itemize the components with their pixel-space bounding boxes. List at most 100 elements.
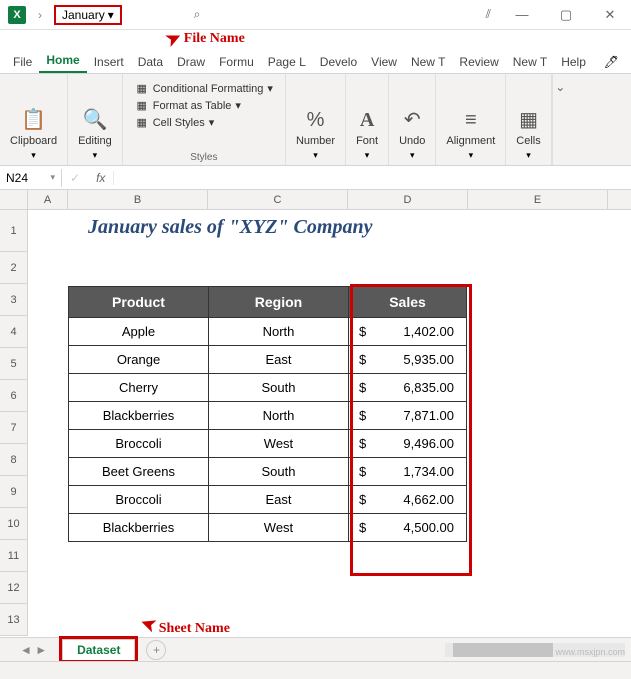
row-header[interactable]: 2 (0, 252, 27, 284)
scrollbar-thumb[interactable] (453, 643, 553, 657)
row-header[interactable]: 5 (0, 348, 27, 380)
cell-product[interactable]: Broccoli (69, 486, 209, 514)
cell-region[interactable]: East (209, 346, 349, 374)
share-button[interactable]: 🖊 (598, 51, 625, 73)
cell-region[interactable]: West (209, 430, 349, 458)
cell-region[interactable]: West (209, 514, 349, 542)
select-all-corner[interactable] (0, 190, 28, 209)
minimize-button[interactable]: — (509, 7, 535, 22)
fx-cancel-icon: ✓ (62, 171, 88, 185)
col-header-b[interactable]: B (68, 190, 208, 209)
cell-product[interactable]: Apple (69, 318, 209, 346)
col-header-c[interactable]: C (208, 190, 348, 209)
chevron-down-icon: ▾ (50, 172, 55, 183)
maximize-button[interactable]: ▢ (553, 7, 579, 23)
tab-file[interactable]: File (6, 51, 39, 73)
cell-sales[interactable]: 7,871.00 (349, 402, 467, 430)
font-button[interactable]: A Font ▾ (352, 107, 382, 163)
tab-review[interactable]: Review (452, 51, 505, 73)
sheet-tab-highlight: Dataset (59, 636, 138, 663)
cell-sales[interactable]: 4,500.00 (349, 514, 467, 542)
tab-help[interactable]: Help (554, 51, 593, 73)
cell-product[interactable]: Broccoli (69, 430, 209, 458)
cell-styles-button[interactable]: ▦ Cell Styles ▾ (135, 116, 273, 129)
undo-button[interactable]: ↶ Undo ▾ (395, 105, 429, 163)
row-header[interactable]: 6 (0, 380, 27, 412)
ribbon-collapse-button[interactable]: ⌄ (552, 74, 568, 165)
add-sheet-button[interactable]: + (146, 640, 166, 660)
header-product[interactable]: Product (69, 287, 209, 318)
status-bar (0, 661, 631, 679)
sheet-nav[interactable]: ◄ ► (20, 643, 47, 657)
cell-sales[interactable]: 6,835.00 (349, 374, 467, 402)
cell-sales[interactable]: 5,935.00 (349, 346, 467, 374)
cell-product[interactable]: Cherry (69, 374, 209, 402)
sheet-tab-bar: ◄ ► Dataset + (0, 637, 631, 661)
header-sales[interactable]: Sales (349, 287, 467, 318)
row-header[interactable]: 3 (0, 284, 27, 316)
tab-developer[interactable]: Develo (313, 51, 364, 73)
tab-formulas[interactable]: Formu (212, 51, 261, 73)
cell-region[interactable]: South (209, 374, 349, 402)
cell-product[interactable]: Blackberries (69, 514, 209, 542)
cell-sales[interactable]: 1,402.00 (349, 318, 467, 346)
format-as-table-button[interactable]: ▦ Format as Table ▾ (135, 99, 273, 112)
sheet-tab-dataset[interactable]: Dataset (62, 639, 135, 660)
mic-icon[interactable]: ⫽ (486, 7, 491, 22)
formula-input[interactable] (114, 176, 631, 180)
tab-data[interactable]: Data (131, 51, 170, 73)
number-button[interactable]: % Number ▾ (292, 107, 339, 163)
cell-region[interactable]: East (209, 486, 349, 514)
ribbon-group-alignment: ≡ Alignment ▾ (436, 74, 506, 165)
ribbon-group-styles: ▦ Conditional Formatting ▾ ▦ Format as T… (123, 74, 286, 165)
cell-sales[interactable]: 9,496.00 (349, 430, 467, 458)
tab-view[interactable]: View (364, 51, 404, 73)
tab-pagelayout[interactable]: Page L (261, 51, 313, 73)
row-header[interactable]: 11 (0, 540, 27, 572)
tab-newtab1[interactable]: New T (404, 51, 452, 73)
table-row: BlackberriesWest4,500.00 (69, 514, 467, 542)
col-header-d[interactable]: D (348, 190, 468, 209)
row-header[interactable]: 12 (0, 572, 27, 604)
cells-button[interactable]: ▦ Cells ▾ (512, 105, 544, 163)
fx-icon[interactable]: fx (88, 171, 114, 185)
header-region[interactable]: Region (209, 287, 349, 318)
row-header[interactable]: 10 (0, 508, 27, 540)
col-header-e[interactable]: E (468, 190, 608, 209)
cells-area[interactable]: January sales of "XYZ" Company Product R… (28, 210, 631, 636)
editing-button[interactable]: 🔍 Editing ▾ (74, 105, 116, 163)
tab-home[interactable]: Home (39, 49, 86, 73)
clipboard-button[interactable]: 📋 Clipboard ▾ (6, 105, 61, 163)
row-header[interactable]: 4 (0, 316, 27, 348)
file-name-dropdown[interactable]: January ▾ (54, 5, 122, 25)
col-header-a[interactable]: A (28, 190, 68, 209)
cell-region[interactable]: North (209, 402, 349, 430)
alignment-button[interactable]: ≡ Alignment ▾ (442, 107, 499, 163)
name-box[interactable]: N24 ▾ (0, 169, 62, 187)
cell-product[interactable]: Orange (69, 346, 209, 374)
row-header[interactable]: 1 (0, 210, 27, 252)
tab-newtab2[interactable]: New T (506, 51, 554, 73)
font-icon: A (360, 109, 374, 132)
cell-region[interactable]: South (209, 458, 349, 486)
close-button[interactable]: ✕ (597, 7, 623, 23)
cell-sales[interactable]: 1,734.00 (349, 458, 467, 486)
sheet-name-annotation: ➤ Sheet Name (140, 612, 230, 637)
search-icon[interactable]: ⌕ (194, 7, 201, 22)
row-header[interactable]: 13 (0, 604, 27, 636)
row-header[interactable]: 8 (0, 444, 27, 476)
conditional-formatting-button[interactable]: ▦ Conditional Formatting ▾ (135, 82, 273, 95)
tab-insert[interactable]: Insert (87, 51, 131, 73)
cell-styles-icon: ▦ (135, 116, 149, 129)
cell-sales[interactable]: 4,662.00 (349, 486, 467, 514)
tab-draw[interactable]: Draw (170, 51, 212, 73)
undo-icon: ↶ (404, 107, 421, 132)
cell-product[interactable]: Blackberries (69, 402, 209, 430)
table-row: BlackberriesNorth7,871.00 (69, 402, 467, 430)
cell-product[interactable]: Beet Greens (69, 458, 209, 486)
cell-region[interactable]: North (209, 318, 349, 346)
row-header[interactable]: 9 (0, 476, 27, 508)
ribbon-group-editing: 🔍 Editing ▾ (68, 74, 123, 165)
row-header[interactable]: 7 (0, 412, 27, 444)
chevron-down-icon: ▾ (410, 150, 415, 161)
